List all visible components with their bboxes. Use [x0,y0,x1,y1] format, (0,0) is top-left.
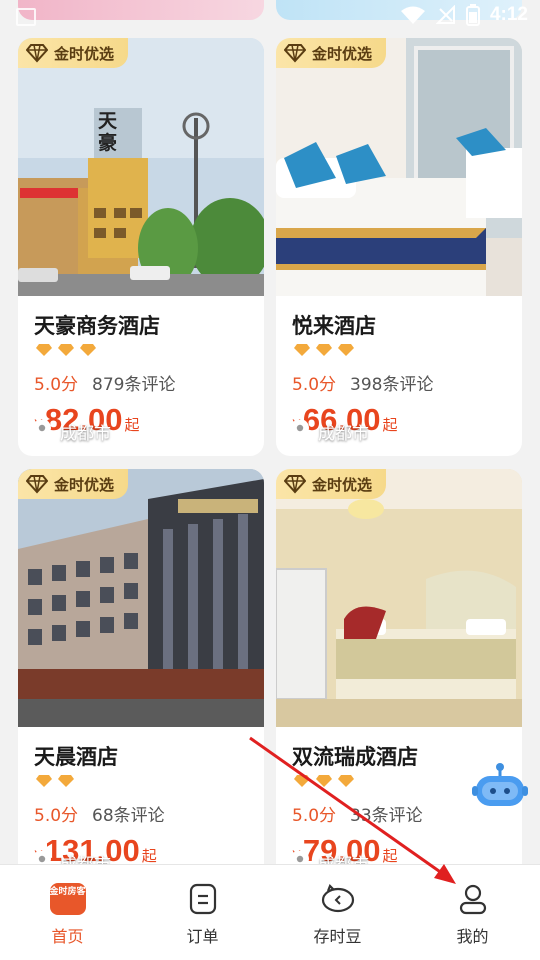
badge-label: 金时优选 [54,475,115,494]
location-text: 成都市 [318,424,369,444]
review-count: 879条评论 [92,375,176,395]
premium-badge: 金时优选 [276,38,387,68]
app-logo-text: 金时房客 [49,883,86,915]
hotel-location: 成都市 [32,419,111,444]
diamond-icon [316,775,332,787]
no-signal-icon [435,5,455,24]
diamond-icon [294,344,310,356]
rating-row: 5.0分 398条评论 [292,370,434,395]
diamond-icon [316,344,332,356]
price-suffix: 起 [382,847,398,865]
hotel-name: 双流瑞成酒店 [292,745,418,769]
hotel-name: 天晨酒店 [34,745,118,769]
diamond-icon [338,775,354,787]
review-count: 33条评论 [350,806,423,826]
diamond-icon [80,344,96,356]
bottom-tab-bar: 金时房客 首页 订单 存时豆 我的 [0,864,540,960]
premium-badge: 金时优选 [276,469,387,499]
tab-savings[interactable]: 存时豆 [270,865,405,960]
price-suffix: 起 [124,416,140,434]
hotel-photo [276,469,522,727]
diamond-badge-icon [284,44,306,63]
hotel-card[interactable]: 金时优选 成都市 悦来酒店 5.0分 398条评论 ¥ 66.00 起 [276,38,522,456]
wifi-icon [400,6,425,24]
tab-orders[interactable]: 订单 [135,865,270,960]
review-count: 398条评论 [350,375,434,395]
assistant-robot-button[interactable] [472,762,528,812]
tab-home[interactable]: 金时房客 首页 [0,865,135,960]
diamond-badge-icon [284,475,306,494]
tab-profile[interactable]: 我的 [405,865,540,960]
hotel-photo-sign: 天豪 [98,110,118,154]
badge-label: 金时优选 [312,475,373,494]
hotel-card[interactable]: 天豪 金时优选 成都市 天豪商务酒店 5.0分 879条评论 ¥ 82.00 起 [18,38,264,456]
hotel-location: 成都市 [290,419,369,444]
diamond-icon [36,775,52,787]
hotel-score: 5.0分 [34,375,79,395]
location-text: 成都市 [60,424,111,444]
user-profile-icon [455,881,491,917]
tab-label: 订单 [186,927,219,946]
diamond-rating [294,344,354,356]
diamond-icon [338,344,354,356]
hotel-name: 悦来酒店 [292,314,376,338]
home-logo-icon: 金时房客 [49,881,86,917]
tab-label: 我的 [456,927,489,946]
hotel-photo [18,469,264,727]
piggy-bank-icon [320,881,356,917]
hotel-score: 5.0分 [292,375,337,395]
review-count: 68条评论 [92,806,165,826]
previous-card-edge [18,0,264,20]
rating-row: 5.0分 33条评论 [292,801,423,826]
premium-badge: 金时优选 [18,469,129,499]
diamond-icon [36,344,52,356]
robot-icon [472,763,528,806]
premium-badge: 金时优选 [18,38,129,68]
hotel-card[interactable]: 金时优选 成都市 双流瑞成酒店 5.0分 33条评论 ¥ 79.00 起 [276,469,522,887]
tab-label: 存时豆 [313,927,362,946]
diamond-rating [36,775,74,787]
status-indicators: 4:12 [400,4,528,26]
price-suffix: 起 [141,847,157,865]
diamond-badge-icon [26,44,48,63]
badge-label: 金时优选 [54,44,115,63]
diamond-rating [36,344,96,356]
hotel-name: 天豪商务酒店 [34,314,160,338]
diamond-icon [58,344,74,356]
hotel-score: 5.0分 [34,806,79,826]
status-time: 4:12 [489,4,528,25]
tab-label: 首页 [51,927,84,946]
location-pin-icon [33,419,51,443]
hotel-photo [276,38,522,296]
gallery-notification-icon [16,8,36,26]
location-pin-icon [291,419,309,443]
diamond-icon [58,775,74,787]
diamond-badge-icon [26,475,48,494]
battery-icon [465,4,480,26]
hotel-card[interactable]: 金时优选 成都市 天晨酒店 5.0分 68条评论 ¥ 131.00 起 [18,469,264,887]
hotel-score: 5.0分 [292,806,337,826]
price-suffix: 起 [382,416,398,434]
diamond-icon [294,775,310,787]
order-list-icon [185,881,221,917]
status-bar: 4:12 [0,0,540,36]
hotel-photo: 天豪 [18,38,264,296]
diamond-rating [294,775,354,787]
rating-row: 5.0分 68条评论 [34,801,165,826]
badge-label: 金时优选 [312,44,373,63]
rating-row: 5.0分 879条评论 [34,370,176,395]
